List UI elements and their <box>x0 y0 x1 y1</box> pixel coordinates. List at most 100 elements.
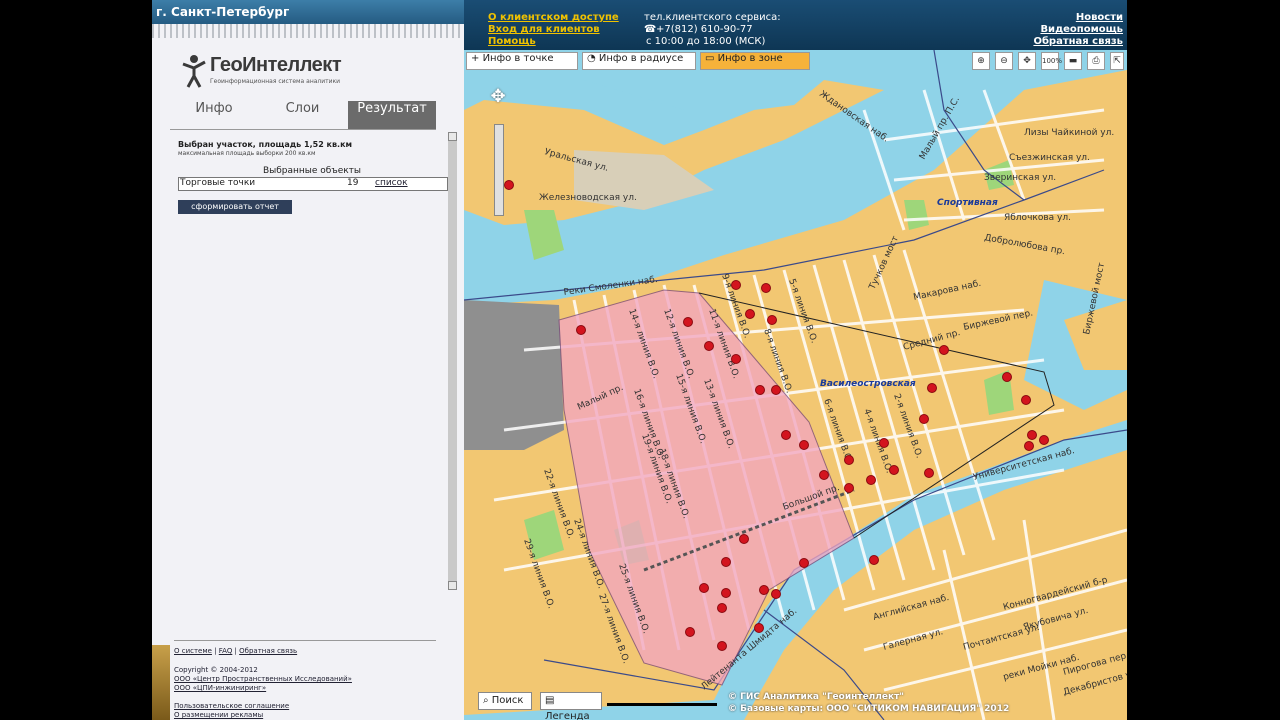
sales-point-marker[interactable] <box>767 315 777 325</box>
sales-point-marker[interactable] <box>1021 395 1031 405</box>
legend-label: Легенда <box>545 711 590 720</box>
sales-point-marker[interactable] <box>731 280 741 290</box>
sales-point-marker[interactable] <box>1002 372 1012 382</box>
sales-point-marker[interactable] <box>869 555 879 565</box>
agreement-link[interactable]: Пользовательское соглашение <box>174 702 289 710</box>
video-help-link[interactable]: Видеопомощь <box>1040 24 1123 35</box>
street-label: Съезжинская ул. <box>1009 153 1090 163</box>
client-login-link[interactable]: Вход для клиентов <box>488 24 600 35</box>
sales-point-marker[interactable] <box>919 414 929 424</box>
sales-point-marker[interactable] <box>721 557 731 567</box>
city-title[interactable]: г. Санкт-Петербург <box>152 0 464 24</box>
scroll-down-icon[interactable] <box>448 581 457 590</box>
object-count: 19 <box>347 178 359 188</box>
footer-links: О системе | FAQ | Обратная связь <box>174 647 298 655</box>
pan-icon[interactable]: ✥ <box>1018 52 1036 70</box>
ruler-icon[interactable]: ▬ <box>1064 52 1082 70</box>
logo-title: ГеоИнтеллект <box>210 54 342 76</box>
pan-arrows-icon[interactable]: ✥ <box>480 86 516 110</box>
street-label: Лизы Чайкиной ул. <box>1024 128 1114 138</box>
object-list-link[interactable]: список <box>375 178 408 188</box>
zoom-slider[interactable] <box>494 124 504 216</box>
ads-link[interactable]: О размещении рекламы <box>174 711 263 719</box>
tool-info-point[interactable]: + Инфо в точке <box>466 52 578 70</box>
sales-point-marker[interactable] <box>1039 435 1049 445</box>
zoom-out-icon[interactable]: ⊖ <box>995 52 1013 70</box>
phone-icon: ☎ <box>644 24 657 35</box>
sales-point-marker[interactable] <box>866 475 876 485</box>
sales-point-marker[interactable] <box>504 180 514 190</box>
copyright-gis: © ГИС Аналитика "Геоинтеллект" <box>728 692 904 702</box>
sales-point-marker[interactable] <box>799 558 809 568</box>
sales-point-marker[interactable] <box>844 455 854 465</box>
sales-point-marker[interactable] <box>685 627 695 637</box>
tool-info-zone-label: Инфо в зоне <box>717 53 783 64</box>
tool-info-radius[interactable]: ◔ Инфо в радиусе <box>582 52 696 70</box>
tab-layers[interactable]: Слои <box>258 101 347 129</box>
sales-point-marker[interactable] <box>781 430 791 440</box>
logo-subtitle: Геоинформационная система аналитики <box>210 78 341 85</box>
sales-point-marker[interactable] <box>576 325 586 335</box>
sales-point-marker[interactable] <box>754 623 764 633</box>
tab-info[interactable]: Инфо <box>170 101 258 129</box>
tool-info-point-label: Инфо в точке <box>482 53 554 64</box>
radius-icon: ◔ <box>587 53 599 64</box>
sales-point-marker[interactable] <box>745 309 755 319</box>
org2-link[interactable]: ООО «ЦПИ-инжиниринг» <box>174 684 266 692</box>
search-button[interactable]: ⌕ Поиск <box>478 692 532 710</box>
sales-point-marker[interactable] <box>927 383 937 393</box>
zone-icon: ▭ <box>705 53 718 64</box>
feedback-link[interactable]: Обратная связь <box>1033 36 1123 47</box>
sales-point-marker[interactable] <box>717 641 727 651</box>
sales-point-marker[interactable] <box>771 385 781 395</box>
sales-point-marker[interactable] <box>731 354 741 364</box>
sales-point-marker[interactable] <box>761 283 771 293</box>
sales-point-marker[interactable] <box>799 440 809 450</box>
org1-link[interactable]: ООО «Центр Пространственных Исследований… <box>174 675 352 683</box>
legend-icon: ▤ <box>545 695 555 706</box>
app-window: О клиентском доступе Вход для клиентов П… <box>152 0 1127 720</box>
map-svg[interactable]: Уральская ул. Железноводская ул. Реки См… <box>464 50 1127 720</box>
sales-point-marker[interactable] <box>1027 430 1037 440</box>
help-link[interactable]: Помощь <box>488 36 536 47</box>
sales-point-marker[interactable] <box>683 317 693 327</box>
export-icon[interactable]: ⇱ <box>1110 52 1124 70</box>
tab-result[interactable]: Результат <box>348 101 436 129</box>
scale-bar <box>607 703 717 706</box>
sales-point-marker[interactable] <box>739 534 749 544</box>
sales-point-marker[interactable] <box>1024 441 1034 451</box>
object-name: Торговые точки <box>180 178 256 188</box>
about-link[interactable]: О системе <box>174 647 212 655</box>
logo-figure-icon <box>182 55 206 88</box>
footer-feedback-link[interactable]: Обратная связь <box>239 647 297 655</box>
sales-point-marker[interactable] <box>704 341 714 351</box>
sales-point-marker[interactable] <box>717 603 727 613</box>
service-label: тел.клиентского сервиса: <box>644 12 781 23</box>
sales-point-marker[interactable] <box>924 468 934 478</box>
map-canvas[interactable]: Уральская ул. Железноводская ул. Реки См… <box>464 50 1127 720</box>
street-label: Железноводская ул. <box>539 193 637 203</box>
sales-point-marker[interactable] <box>844 483 854 493</box>
sales-point-marker[interactable] <box>879 438 889 448</box>
sales-point-marker[interactable] <box>771 589 781 599</box>
faq-link[interactable]: FAQ <box>219 647 233 655</box>
client-access-link[interactable]: О клиентском доступе <box>488 12 619 23</box>
sales-point-marker[interactable] <box>699 583 709 593</box>
legend-button[interactable]: ▤ Легенда <box>540 692 602 720</box>
sales-point-marker[interactable] <box>755 385 765 395</box>
sales-point-marker[interactable] <box>819 470 829 480</box>
sales-point-marker[interactable] <box>889 465 899 475</box>
zoom-in-icon[interactable]: ⊕ <box>972 52 990 70</box>
zoom-100-button[interactable]: 100% <box>1041 52 1062 70</box>
sidebar-scrollbar[interactable] <box>448 132 457 590</box>
sales-point-marker[interactable] <box>939 345 949 355</box>
sales-point-marker[interactable] <box>759 585 769 595</box>
news-link[interactable]: Новости <box>1076 12 1123 23</box>
scroll-up-icon[interactable] <box>448 132 457 141</box>
sales-point-marker[interactable] <box>721 588 731 598</box>
objects-heading: Выбранные объекты <box>262 166 362 176</box>
search-label: Поиск <box>491 695 524 706</box>
tool-info-zone[interactable]: ▭ Инфо в зоне <box>700 52 810 70</box>
print-icon[interactable]: ⎙ <box>1087 52 1105 70</box>
generate-report-button[interactable]: сформировать отчет <box>178 200 292 214</box>
